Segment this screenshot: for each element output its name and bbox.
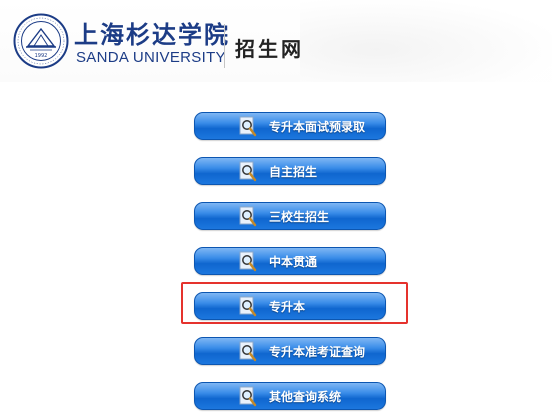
- magnifier-doc-icon: [239, 341, 257, 362]
- menu-button-secondary-undergrad-pathway[interactable]: 中本贯通: [194, 247, 386, 275]
- menu-button-label: 专升本准考证查询: [269, 345, 366, 359]
- site-header: 1992 上海杉达学院 SANDA UNIVERSITY 招生网: [0, 0, 552, 82]
- header-background-decoration: [300, 0, 552, 82]
- magnifier-doc-icon: [239, 161, 257, 182]
- menu-button-label: 其他查询系统: [269, 390, 342, 404]
- magnifier-doc-icon: [239, 206, 257, 227]
- menu-button-label: 专升本面试预录取: [269, 120, 366, 134]
- magnifier-doc-icon: [239, 386, 257, 407]
- menu-button-three-school-enrollment[interactable]: 三校生招生: [194, 202, 386, 230]
- header-divider: [224, 24, 225, 68]
- site-title: 招生网: [235, 37, 304, 61]
- magnifier-doc-icon: [239, 116, 257, 137]
- seal-year: 1992: [35, 53, 48, 59]
- menu-button-upgrade-interview-preadmission[interactable]: 专升本面试预录取: [194, 112, 386, 140]
- highlight-box: [181, 282, 408, 324]
- menu-button-independent-enrollment[interactable]: 自主招生: [194, 157, 386, 185]
- magnifier-doc-icon: [239, 251, 257, 272]
- menu-button-admission-ticket-query[interactable]: 专升本准考证查询: [194, 337, 386, 365]
- menu-button-label: 三校生招生: [269, 210, 330, 224]
- university-name-chinese: 上海杉达学院: [74, 20, 230, 49]
- university-seal-logo: 1992: [13, 13, 69, 69]
- menu-button-other-query-systems[interactable]: 其他查询系统: [194, 382, 386, 410]
- menu-button-label: 中本贯通: [269, 255, 318, 269]
- university-name-english: SANDA UNIVERSITY: [76, 49, 226, 66]
- menu-button-label: 自主招生: [269, 165, 318, 179]
